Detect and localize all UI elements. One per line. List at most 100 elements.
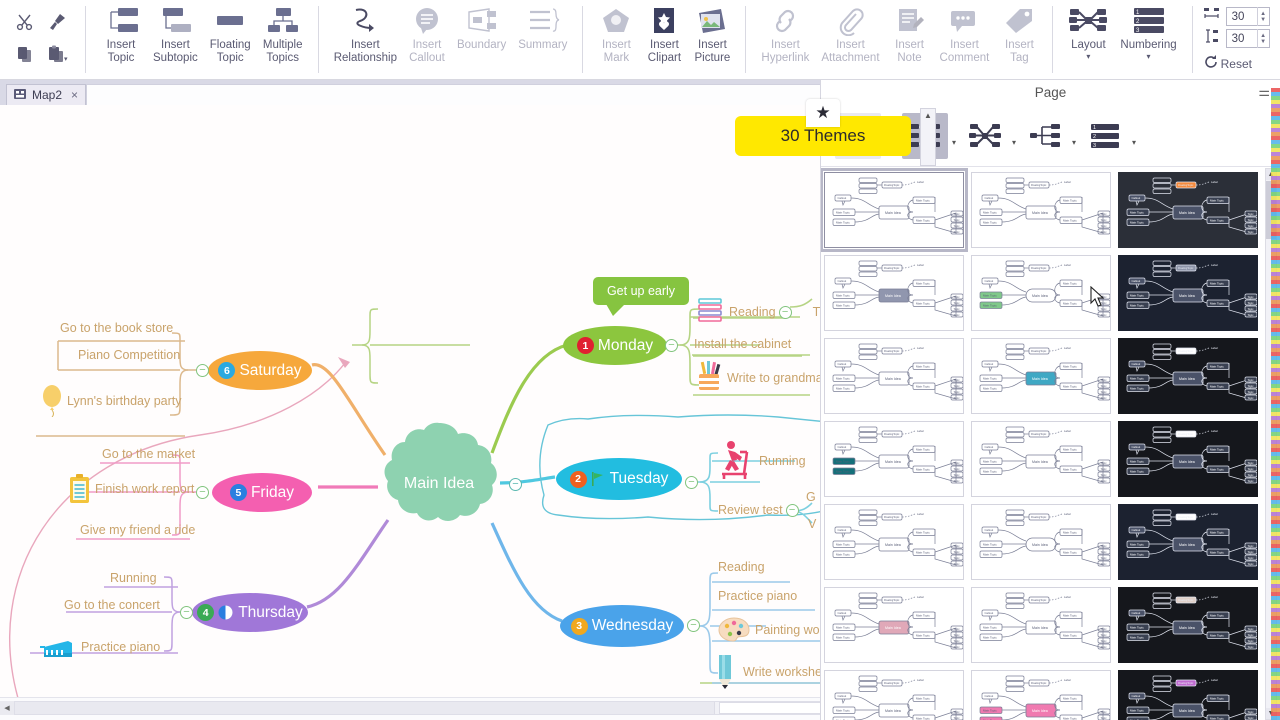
insert-comment-button[interactable]: Insert Comment	[934, 0, 996, 79]
cut-button[interactable]	[11, 8, 39, 36]
boundary-button[interactable]: Boundary	[451, 0, 512, 79]
theme-thumbnail-11[interactable]: FloatingTopicLabelCalloutMain TopicMain …	[971, 421, 1111, 497]
structure-tool[interactable]	[1022, 113, 1068, 159]
theme-thumbnail-14[interactable]: FloatingTopicLabelCalloutMain TopicMain …	[971, 504, 1111, 580]
paste-button[interactable]: ▾	[43, 40, 71, 68]
reset-button[interactable]: Reset	[1204, 55, 1270, 72]
collapse-toggle-center[interactable]: −	[509, 478, 522, 491]
canvas-horizontal-scrollbar[interactable]	[14, 701, 820, 715]
node-main-idea[interactable]: Main Idea	[375, 423, 503, 545]
theme-thumbnail-2[interactable]: FloatingTopicLabelCalloutMain TopicMain …	[971, 172, 1111, 248]
theme-thumbnail-13[interactable]: FloatingTopicLabelCalloutMain TopicMain …	[824, 504, 964, 580]
format-painter-button[interactable]	[43, 8, 71, 36]
numbering-caret-icon[interactable]: ▾	[1132, 138, 1136, 147]
horizontal-spinner-arrows[interactable]: ▲▼	[1257, 7, 1269, 26]
floating-topic-button[interactable]: Floating Topic	[204, 0, 257, 79]
node-wednesday[interactable]: 3 Wednesday	[560, 605, 684, 647]
theme-thumbnail-16[interactable]: FloatingTopicLabelCalloutMain TopicMain …	[824, 587, 964, 663]
node-friday[interactable]: 5 Friday	[212, 473, 312, 512]
subtopic-go-to-the-concert[interactable]: Go to the concert	[64, 598, 160, 612]
scroll-left-arrow[interactable]: ◀	[0, 701, 14, 715]
vertical-spacing-input[interactable]: 30 ▲▼	[1226, 29, 1270, 48]
node-thursday[interactable]: 4 Thursday	[192, 593, 308, 632]
subtopic-lynns-birthday-party[interactable]: Lynn's birthday party	[42, 385, 181, 417]
theme-thumbnail-5[interactable]: FloatingTopicLabelCalloutMain TopicMain …	[971, 255, 1111, 331]
theme-thumbnail-15[interactable]: FloatingTopicLabelCalloutMain TopicMain …	[1118, 504, 1258, 580]
layout-button[interactable]: Layout ▾	[1062, 0, 1114, 79]
insert-callout-button[interactable]: Insert Callout	[403, 0, 451, 79]
theme-thumbnail-4[interactable]: FloatingTopicLabelCalloutMain TopicMain …	[824, 255, 964, 331]
subtopic-write-worksheet[interactable]: Write worksheet	[712, 653, 832, 691]
insert-note-button[interactable]: Insert Note	[886, 0, 934, 79]
horizontal-spacing-input[interactable]: 30 ▲▼	[1226, 7, 1270, 26]
subtopic-go-to-the-book-store[interactable]: Go to the book store	[60, 321, 173, 335]
layout-caret-icon[interactable]: ▾	[1086, 51, 1090, 64]
node-saturday[interactable]: 6 Saturday	[208, 351, 312, 390]
insert-topic-button[interactable]: Insert Topic	[95, 0, 147, 79]
theme-gallery[interactable]: FloatingTopicLabelCalloutMain TopicMain …	[821, 168, 1265, 720]
collapse-toggle-review-test[interactable]: −	[786, 504, 799, 517]
collapse-toggle-saturday[interactable]: −	[196, 364, 209, 377]
subtopic-practice-piano-wednesday[interactable]: Practice piano	[718, 589, 797, 603]
numbering-button[interactable]: 123 Numbering ▾	[1114, 0, 1182, 79]
subtopic-review-test[interactable]: Review test −	[718, 503, 799, 517]
close-icon[interactable]: ×	[71, 88, 78, 102]
subtopic-tuesday-child-g[interactable]: G	[806, 490, 816, 504]
subtopic-piano-competition[interactable]: Piano Competition	[78, 348, 180, 362]
subtopic-reading-monday[interactable]: Reading − The	[698, 295, 834, 329]
theme-thumbnail-19[interactable]: FloatingTopicLabelCalloutMain TopicMain …	[824, 670, 964, 720]
insert-attachment-button[interactable]: Insert Attachment	[815, 0, 885, 79]
layout-caret-icon[interactable]: ▾	[1012, 138, 1016, 147]
subtopic-running-tuesday[interactable]: Running	[714, 440, 806, 482]
subtopic-write-to-grandma[interactable]: Write to grandma	[694, 360, 823, 396]
insert-subtopic-button[interactable]: Insert Subtopic	[147, 0, 204, 79]
collapse-toggle-thursday[interactable]: −	[180, 606, 193, 619]
insert-picture-button[interactable]: Insert Picture	[688, 0, 736, 79]
theme-thumbnail-1[interactable]: FloatingTopicLabelCalloutMain TopicMain …	[824, 172, 964, 248]
callout-get-up-early[interactable]: Get up early	[593, 277, 689, 305]
insert-tag-button[interactable]: Insert Tag	[995, 0, 1043, 79]
document-tab-map2[interactable]: Map2 ×	[6, 84, 86, 105]
collapse-toggle-friday[interactable]: −	[196, 486, 209, 499]
scrollbar-track[interactable]	[15, 702, 715, 714]
subtopic-running-thursday[interactable]: Running	[110, 571, 157, 585]
collapse-toggle-tuesday[interactable]: −	[685, 476, 698, 489]
numbering-caret-icon[interactable]: ▾	[1147, 51, 1151, 64]
theme-thumbnail-8[interactable]: FloatingTopicLabelCalloutMain TopicMain …	[971, 338, 1111, 414]
collapse-toggle-monday[interactable]: −	[665, 339, 678, 352]
theme-thumbnail-21[interactable]: FloatingTopicLabelCalloutMain TopicMain …	[1118, 670, 1258, 720]
pin-icon[interactable]: ⚌	[1258, 84, 1270, 100]
theme-thumbnail-9[interactable]: FloatingTopicLabelCalloutMain TopicMain …	[1118, 338, 1258, 414]
multiple-topics-button[interactable]: Multiple Topics	[257, 0, 309, 79]
insert-mark-button[interactable]: Insert Mark	[592, 0, 640, 79]
subtopic-practice-piano-thursday[interactable]: Practice piano	[38, 633, 160, 661]
node-monday[interactable]: 1 Monday	[563, 326, 667, 365]
subtopic-painting-work[interactable]: Painting work	[718, 617, 830, 643]
structure-caret-icon[interactable]: ▾	[1072, 138, 1076, 147]
copy-button[interactable]	[11, 40, 39, 68]
theme-thumbnail-7[interactable]: FloatingTopicLabelCalloutMain TopicMain …	[824, 338, 964, 414]
subtopic-finish-work-report[interactable]: Finish work report	[68, 473, 194, 505]
subtopic-install-the-cabinet[interactable]: Install the cabinet	[694, 337, 791, 351]
summary-button[interactable]: Summary	[512, 0, 573, 79]
vertical-spinner-arrows[interactable]: ▲▼	[1257, 29, 1269, 48]
node-tuesday[interactable]: 2 Tuesday	[556, 458, 682, 500]
theme-thumbnail-17[interactable]: FloatingTopicLabelCalloutMain TopicMain …	[971, 587, 1111, 663]
insert-relationship-button[interactable]: Insert Relationship	[328, 0, 403, 79]
collapse-toggle-wednesday[interactable]: −	[687, 619, 700, 632]
theme-thumbnail-12[interactable]: FloatingTopicLabelCalloutMain TopicMain …	[1118, 421, 1258, 497]
theme-caret-icon[interactable]: ▾	[952, 138, 956, 147]
subtopic-review-test-child[interactable]: V	[808, 517, 816, 531]
insert-hyperlink-button[interactable]: Insert Hyperlink	[755, 0, 815, 79]
theme-thumbnail-20[interactable]: FloatingTopicLabelCalloutMain TopicMain …	[971, 670, 1111, 720]
numbering-tool[interactable]: 123	[1082, 113, 1128, 159]
insert-clipart-button[interactable]: Insert Clipart	[640, 0, 688, 79]
theme-thumbnail-10[interactable]: FloatingTopicLabelCalloutMain TopicMain …	[824, 421, 964, 497]
theme-thumbnail-6[interactable]: FloatingTopicLabelCalloutMain TopicMain …	[1118, 255, 1258, 331]
theme-thumbnail-3[interactable]: FloatingTopicLabelCalloutMain TopicMain …	[1118, 172, 1258, 248]
theme-thumbnail-18[interactable]: FloatingTopicLabelCalloutMain TopicMain …	[1118, 587, 1258, 663]
subtopic-go-to-the-market[interactable]: Go to the market	[102, 447, 195, 461]
collapse-toggle-reading[interactable]: −	[779, 306, 792, 319]
subtopic-give-my-friend-a-ride[interactable]: Give my friend a ride	[80, 523, 195, 537]
panel-collapse-button[interactable]: ▲	[920, 108, 936, 166]
